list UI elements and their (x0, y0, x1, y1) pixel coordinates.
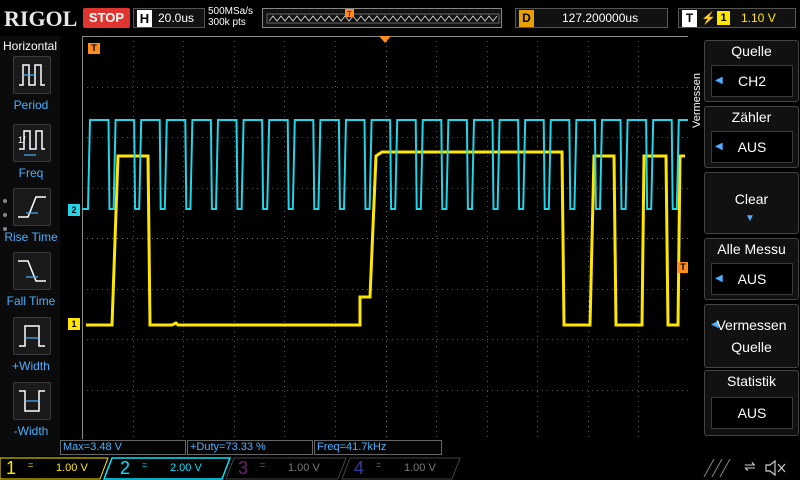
ch2-number: 2 (120, 458, 131, 478)
panel-scroll-indicator (3, 199, 7, 231)
all-measure-value-box: ◀ AUS (711, 263, 793, 295)
positive-width-label: +Width (12, 359, 50, 373)
period-icon (13, 56, 51, 94)
rise-time-icon (13, 188, 51, 226)
decorative-stripes (703, 458, 731, 478)
ch1-number: 1 (6, 458, 17, 478)
positive-width-icon (13, 317, 51, 355)
measure-source-value: Quelle (731, 339, 772, 355)
delay-label: D (519, 10, 534, 27)
source-title: Quelle (731, 43, 772, 59)
source-softkey[interactable]: Quelle ◀ CH2 (704, 40, 799, 102)
ch4-scale: 1.00 V (404, 462, 436, 474)
counter-value-box: ◀ AUS (711, 131, 793, 163)
run-stop-indicator[interactable]: STOP (83, 8, 130, 28)
frequency-label: Freq (18, 166, 44, 180)
statistics-softkey[interactable]: Statistik AUS (704, 370, 799, 436)
panel-title: Horizontal (2, 39, 58, 53)
statistics-value-box: AUS (711, 397, 793, 429)
ch4-number: 4 (354, 458, 365, 478)
source-value: CH2 (737, 73, 766, 89)
all-measure-softkey[interactable]: Alle Messu ◀ AUS (704, 238, 799, 300)
timebase-label: H (137, 10, 152, 27)
measurement-frequency[interactable]: Freq=41.7kHz (314, 440, 442, 455)
select-arrow-icon: ◀ (715, 273, 723, 284)
trigger-label: T (682, 10, 697, 27)
scope-graticule (82, 36, 700, 441)
ch1-scale: 1.00 V (56, 462, 88, 474)
select-arrow-icon: ◀ (715, 141, 723, 152)
fall-time-icon (13, 252, 51, 290)
dc-coupling-icon: = (28, 460, 34, 470)
statistics-value: AUS (737, 405, 767, 421)
channel-1-status[interactable]: 1 = 1.00 V (6, 458, 106, 479)
trigger-position-marker[interactable]: T (88, 43, 100, 54)
trigger-level: 1.10 V (741, 11, 776, 25)
delay-display[interactable]: D 127.200000us (515, 8, 668, 28)
all-measure-value: AUS (737, 271, 767, 287)
counter-value: AUS (737, 139, 767, 155)
waveform-overview[interactable]: T (262, 8, 502, 28)
clear-softkey[interactable]: Clear ▼ (704, 172, 799, 234)
dc-coupling-icon: = (142, 460, 148, 470)
negative-width-label: -Width (13, 424, 49, 438)
counter-softkey[interactable]: Zähler ◀ AUS (704, 106, 799, 168)
vertical-tab-label: Vermessen (691, 73, 703, 128)
timebase-display[interactable]: H 20.0us (133, 8, 205, 28)
trigger-edge-icon: ⚡ (701, 11, 716, 25)
measurement-results-bar: Max=3.48 V +Duty=73.33 % Freq=41.7kHz (60, 439, 688, 456)
ch2-offset-marker[interactable]: 2 (68, 204, 80, 216)
measure-menu-tab: Vermessen (691, 73, 703, 128)
usb-icon: ⇌ (744, 458, 756, 474)
measure-source-title: Vermessen (716, 317, 787, 333)
svg-text:T: T (347, 11, 352, 18)
ch2-scale: 2.00 V (170, 462, 202, 474)
chevron-down-icon: ▼ (745, 213, 755, 224)
all-measure-title: Alle Messu (717, 241, 786, 257)
ch3-number: 3 (238, 458, 249, 478)
counter-title: Zähler (731, 109, 772, 125)
measurement-max[interactable]: Max=3.48 V (60, 440, 186, 455)
waveform-display-area[interactable]: T 2 1 T (68, 36, 700, 441)
timebase-value: 20.0us (158, 11, 195, 25)
fall-time-label: Fall Time (6, 294, 56, 308)
frequency-icon: 1/ (13, 124, 51, 162)
channel-3-status[interactable]: 3 = 1.00 V (238, 458, 338, 479)
select-arrow-icon: ◀ (715, 75, 723, 86)
statistics-title: Statistik (726, 373, 776, 389)
channel-4-status[interactable]: 4 = 1.00 V (354, 458, 454, 479)
ch3-scale: 1.00 V (288, 462, 320, 474)
channel-status-bar: 1 = 1.00 V 2 = 2.00 V 3 = 1.00 V 4 = 1.0… (0, 456, 800, 480)
source-value-box: ◀ CH2 (711, 65, 793, 97)
speaker-muted-icon[interactable] (764, 460, 788, 476)
dc-coupling-icon: = (376, 460, 382, 470)
sample-rate: 500MSa/s (208, 6, 254, 17)
channel-2-status[interactable]: 2 = 2.00 V (120, 458, 230, 479)
memory-depth: 300k pts (208, 17, 246, 28)
brand-logo: RIGOL (4, 6, 78, 31)
measurement-menu-panel: Horizontal Period 1/ Freq Rise Time Fall… (0, 36, 60, 456)
svg-text:1/: 1/ (18, 135, 26, 145)
trigger-display[interactable]: T ⚡ 1 1.10 V (678, 8, 796, 28)
period-label: Period (13, 98, 49, 112)
measurement-duty[interactable]: +Duty=73.33 % (187, 440, 313, 455)
trigger-source-badge: 1 (717, 11, 730, 25)
dc-coupling-icon: = (260, 460, 266, 470)
ch1-offset-marker[interactable]: 1 (68, 318, 80, 330)
measure-source-softkey[interactable]: ◀ Vermessen Quelle (704, 304, 799, 368)
top-status-bar: RIGOL STOP H 20.0us 500MSa/s 300k pts T … (0, 0, 800, 36)
clear-title: Clear (734, 191, 769, 207)
trigger-time-marker[interactable] (379, 36, 391, 44)
negative-width-icon (13, 382, 51, 420)
overview-waveform: T (266, 9, 500, 24)
delay-value: 127.200000us (562, 11, 639, 25)
